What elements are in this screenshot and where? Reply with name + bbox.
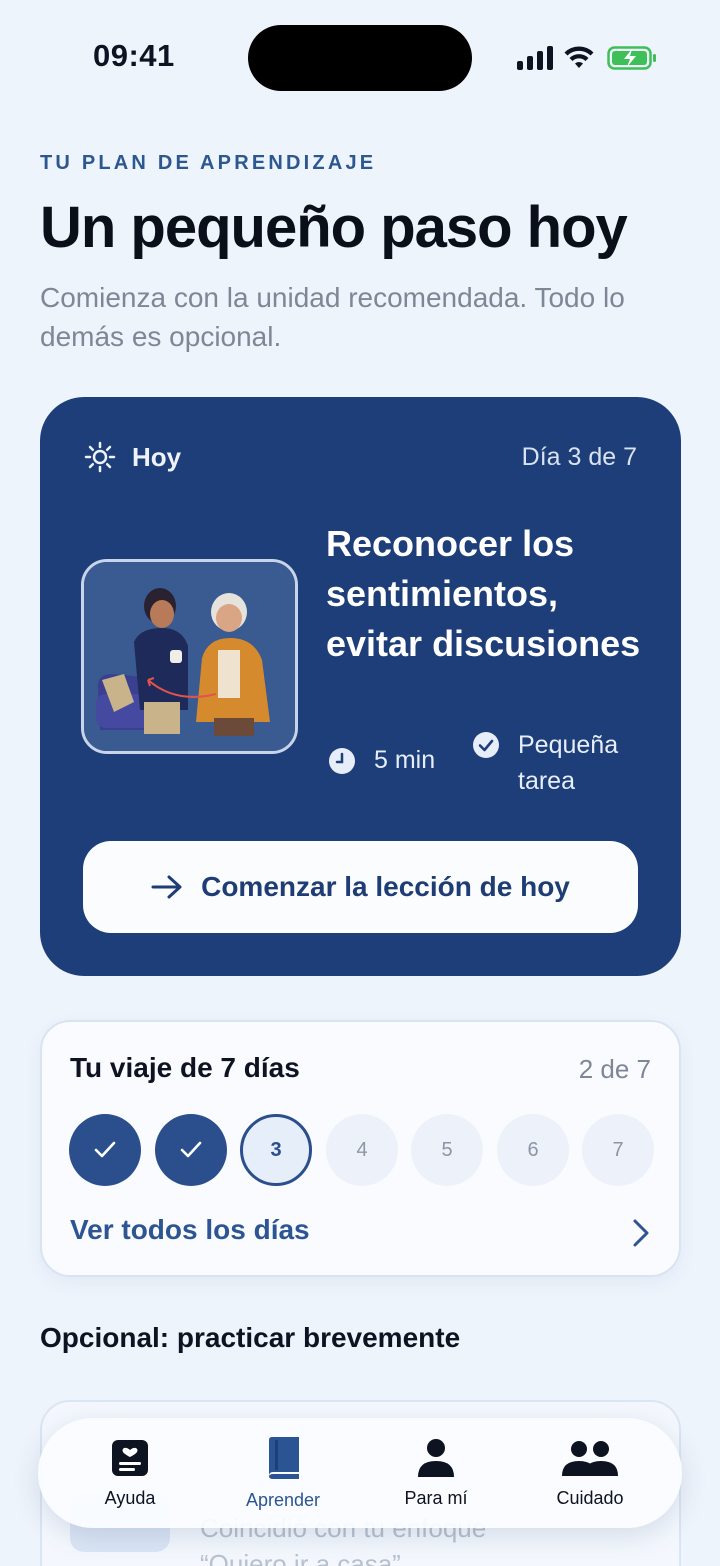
lesson-duration: 5 min [328,746,435,775]
tab-label: Cuidado [556,1487,624,1508]
today-label: Hoy [132,441,182,472]
day-step-3[interactable]: 3 [240,1114,312,1186]
wifi-icon [564,46,594,68]
clock-icon [329,747,355,774]
day-stepper: 34567 [69,1114,659,1188]
chevron-right-icon[interactable] [631,1218,651,1248]
day-step-7[interactable]: 7 [582,1114,654,1186]
cellular-signal-icon [517,46,553,70]
page-subtitle: Comienza con la unidad recomendada. Todo… [40,282,625,352]
tab-cuidado[interactable]: Cuidado [534,1418,646,1528]
tab-ayuda[interactable]: Ayuda [78,1418,182,1528]
arrow-right-icon [151,875,182,899]
start-lesson-label: Comenzar la lección de hoy [201,871,570,902]
tab-label: Para mí [404,1487,468,1508]
section-eyebrow: TU PLAN DE APRENDIZAJE [40,152,377,174]
tab-para-mi[interactable]: Para mí [384,1418,488,1528]
learning-plan-screen: 09:41 TU PLAN DE APRENDIZAJE Un pequeño … [0,0,720,1566]
battery-charging-icon [607,46,656,70]
lesson-task: Pequeña tarea [472,727,648,799]
heart-card-icon [112,1439,148,1476]
day-step-5[interactable]: 5 [411,1114,483,1186]
day-step-4[interactable]: 4 [326,1114,398,1186]
tab-bar: Ayuda Aprender Para mí Cuidado [38,1418,682,1528]
lesson-illustration [81,559,298,754]
today-indicator: Hoy [84,441,181,473]
day-step-6[interactable]: 6 [497,1114,569,1186]
day-counter: Día 3 de 7 [521,443,637,471]
sun-icon [84,441,116,473]
person-icon [418,1438,454,1477]
lesson-title: Reconocer los sentimientos, evitar discu… [326,523,641,664]
dynamic-island [248,25,472,91]
checkmark-icon [180,1141,202,1158]
tab-aprender[interactable]: Aprender [198,1418,368,1528]
task-label: Pequeña tarea [518,731,619,795]
book-icon [269,1436,299,1479]
people-icon [562,1440,618,1476]
todays-lesson-card[interactable]: Hoy Día 3 de 7 Reconocer los sentimiento… [40,397,681,976]
checkmark-icon [94,1141,116,1158]
practice-section-title: Opcional: practicar brevemente [40,1322,461,1353]
tab-label: Ayuda [104,1487,156,1508]
journey-title: Tu viaje de 7 días [70,1052,300,1083]
status-time: 09:41 [93,38,175,73]
see-all-days-link[interactable]: Ver todos los días [70,1214,310,1246]
duration-label: 5 min [374,746,436,774]
day-step-2-completed[interactable] [155,1114,227,1186]
start-lesson-button[interactable]: Comenzar la lección de hoy [83,841,638,933]
journey-progress: 2 de 7 [578,1054,651,1084]
day-step-1-completed[interactable] [69,1114,141,1186]
journey-card: Tu viaje de 7 días 2 de 7 34567 Ver todo… [40,1020,681,1277]
checkmark-circle-icon [473,732,499,758]
tab-label: Aprender [245,1489,321,1510]
page-title: Un pequeño paso hoy [40,195,628,260]
